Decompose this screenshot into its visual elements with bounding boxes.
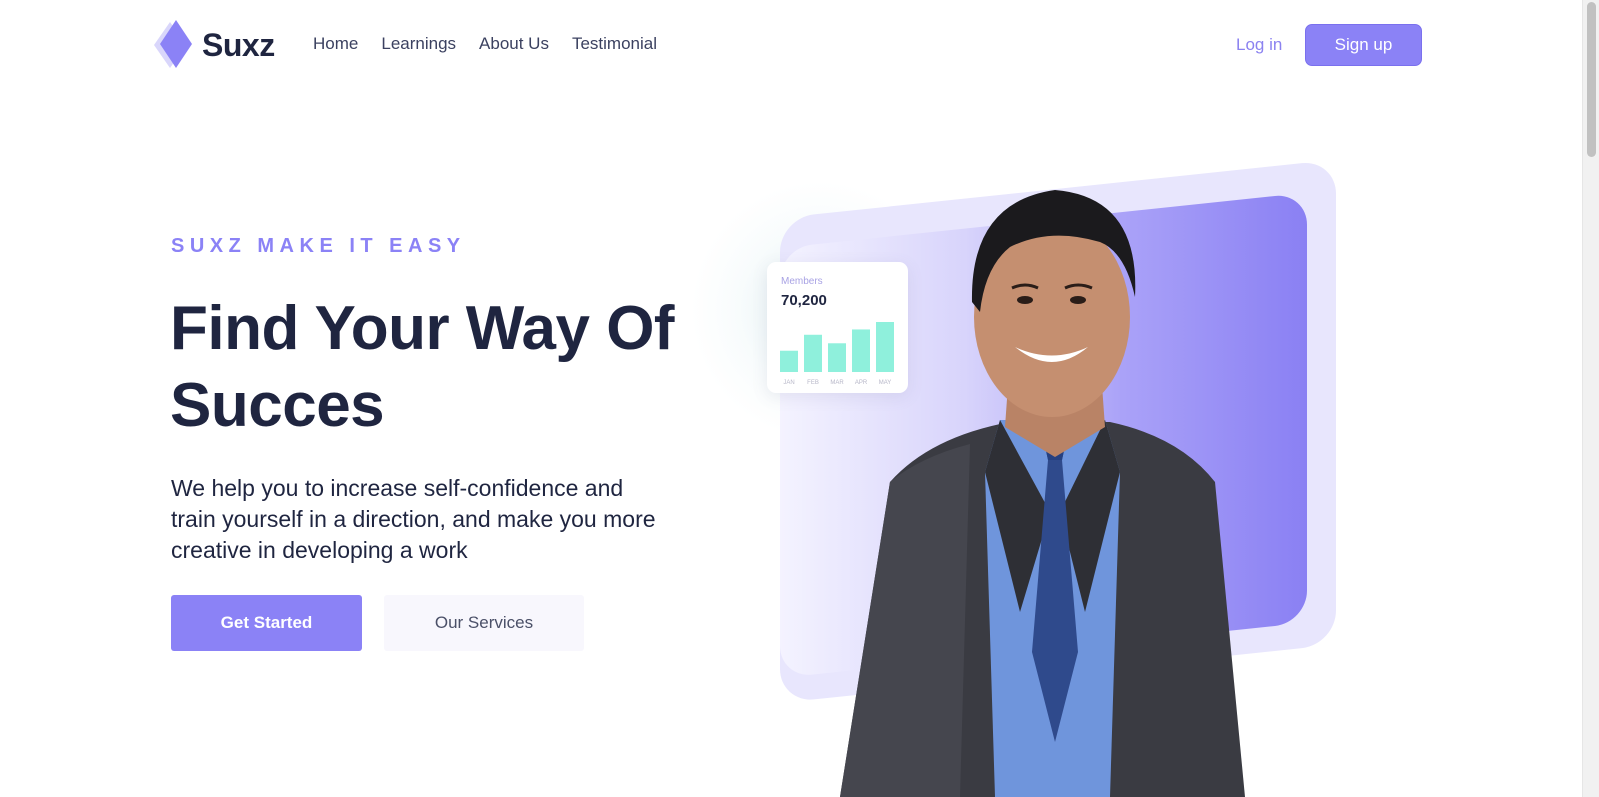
chart-tick-label: APR (855, 380, 868, 386)
site-header: Suxz Home Learnings About Us Testimonial… (0, 0, 1582, 90)
nav-item-about-us[interactable]: About Us (479, 34, 549, 54)
chart-bar-feb (804, 334, 822, 372)
chart-bar-jan (780, 350, 798, 372)
brand-logo[interactable]: Suxz (150, 18, 275, 72)
brand-name: Suxz (202, 26, 275, 63)
get-started-button[interactable]: Get Started (171, 595, 362, 651)
signup-button[interactable]: Sign up (1305, 24, 1422, 66)
nav-item-home[interactable]: Home (313, 34, 358, 54)
hero-eyebrow: SUXZ MAKE IT EASY (171, 235, 466, 257)
stat-label: Members (781, 276, 823, 287)
nav-item-testimonial[interactable]: Testimonial (572, 34, 657, 54)
chart-tick-label: MAR (830, 380, 844, 386)
chart-tick-label: FEB (807, 380, 819, 386)
main-nav: Home Learnings About Us Testimonial (313, 34, 680, 54)
chart-bar-apr (852, 329, 870, 372)
members-stat-card: Members 70,200 JAN FEB MAR APR MAY (767, 262, 908, 393)
chart-tick-label: MAY (879, 380, 892, 386)
chart-bar-may (876, 322, 894, 372)
diamond-logo-icon (150, 18, 198, 72)
hero-headline: Find Your Way Of Succes (170, 294, 675, 440)
chart-bar-mar (828, 343, 846, 372)
page-scrollbar[interactable] (1582, 0, 1599, 797)
chart-tick-label: JAN (783, 380, 794, 386)
scrollbar-thumb[interactable] (1587, 2, 1596, 157)
members-bar-chart: JAN FEB MAR APR MAY (780, 322, 894, 386)
hero-subtext: We help you to increase self-confidence … (171, 475, 656, 563)
login-link[interactable]: Log in (1236, 35, 1282, 55)
our-services-button[interactable]: Our Services (384, 595, 584, 651)
stat-value: 70,200 (781, 292, 827, 309)
nav-item-learnings[interactable]: Learnings (381, 34, 456, 54)
